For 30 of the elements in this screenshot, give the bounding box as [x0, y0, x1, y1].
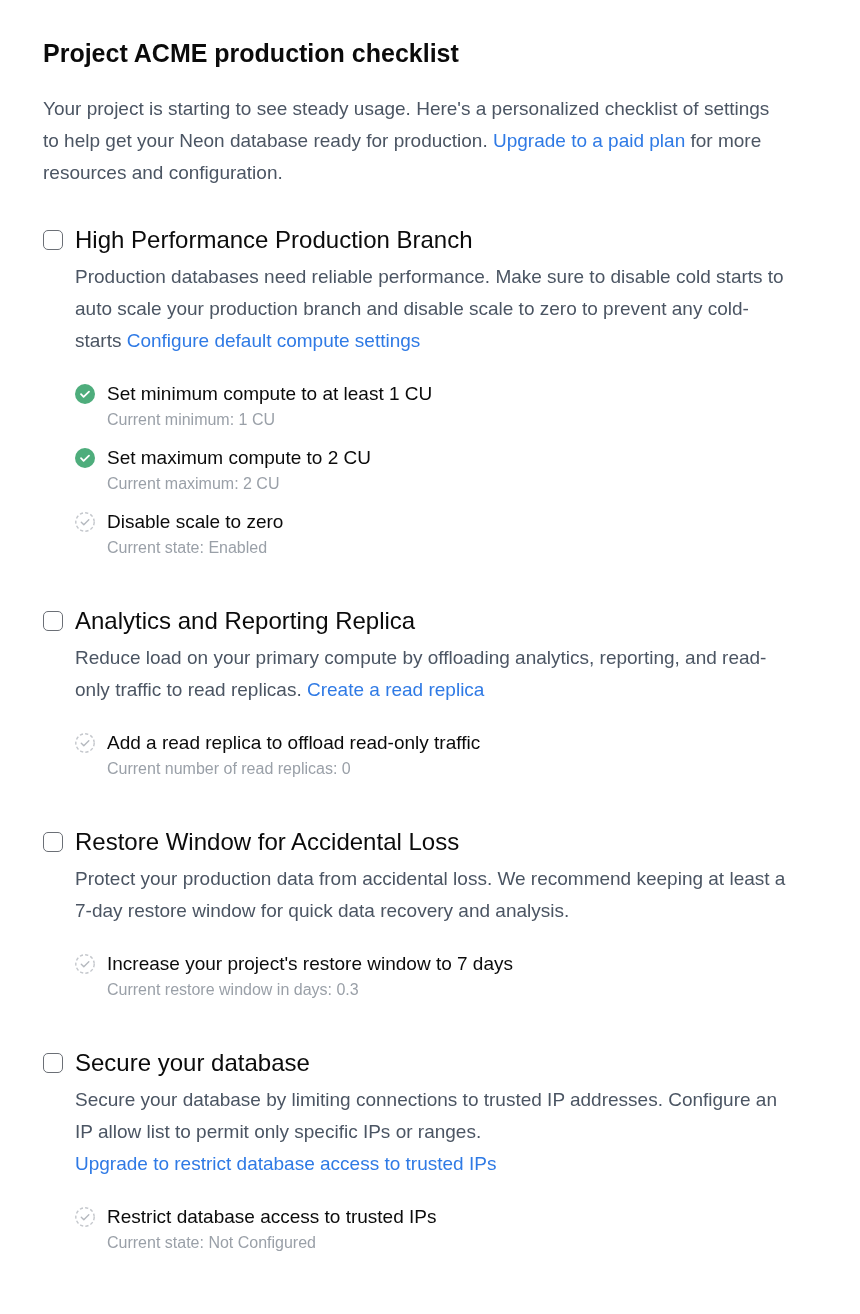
section-link[interactable]: Configure default compute settings — [126, 330, 421, 351]
section-checkbox[interactable] — [43, 1053, 63, 1073]
section-description: Reduce load on your primary compute by offloading analytics, reporting, and read-only traffic to read replicas. Create a read replica — [75, 646, 768, 702]
section-description: Protect your production data from accidental loss. We recommend keeping at least a 7-day restore window for quick data recovery and analysis. — [75, 867, 787, 923]
task-label: Disable scale to zero — [107, 510, 284, 534]
section-link[interactable]: Upgrade to restrict database access to trusted IPs — [75, 1153, 497, 1174]
task-status: Current minimum: 1 CU — [107, 410, 277, 430]
section-description: Production databases need reliable performance. Make sure to disable cold starts to auto scale your production branch and disable scale to zero to prevent any cold-starts Configure default compute settings — [75, 265, 785, 353]
section-checkbox[interactable] — [43, 230, 63, 250]
page-title: Project ACME production checklist — [43, 38, 460, 69]
task-label: Restrict database access to trusted IPs — [107, 1205, 437, 1229]
section-checkbox[interactable] — [43, 611, 63, 631]
section-title: Restore Window for Accidental Loss — [75, 827, 460, 857]
section-description: Secure your database by limiting connections to trusted IP addresses. Configure an IP allow list to permit only specific IPs or ranges. Upgrade to restrict database access to trusted IPs — [75, 1088, 778, 1176]
section-title: Analytics and Reporting Replica — [75, 606, 416, 636]
section-title: Secure your database — [75, 1048, 310, 1078]
task-status: Current state: Enabled — [107, 538, 269, 558]
task-label: Set minimum compute to at least 1 CU — [107, 382, 433, 406]
task-status: Current state: Not Configured — [107, 1233, 317, 1253]
task-label: Increase your project's restore window to 7 days — [107, 952, 513, 976]
task-label: Add a read replica to offload read-only traffic — [107, 731, 481, 755]
task-status: Current restore window in days: 0.3 — [107, 980, 360, 1000]
section-checkbox[interactable] — [43, 832, 63, 852]
intro-paragraph: Your project is starting to see steady usage. Here's a personalized checklist of settings to help get your Neon database ready for production. Upgrade to a paid plan for more resources and configuration. — [43, 97, 771, 185]
section-link[interactable]: Create a read replica — [307, 679, 485, 700]
section-title: High Performance Production Branch — [75, 225, 473, 255]
task-label: Set maximum compute to 2 CU — [107, 446, 371, 470]
upgrade-link[interactable]: Upgrade to a paid plan — [492, 130, 686, 151]
task-status: Current maximum: 2 CU — [107, 474, 281, 494]
task-status: Current number of read replicas: 0 — [107, 759, 352, 779]
